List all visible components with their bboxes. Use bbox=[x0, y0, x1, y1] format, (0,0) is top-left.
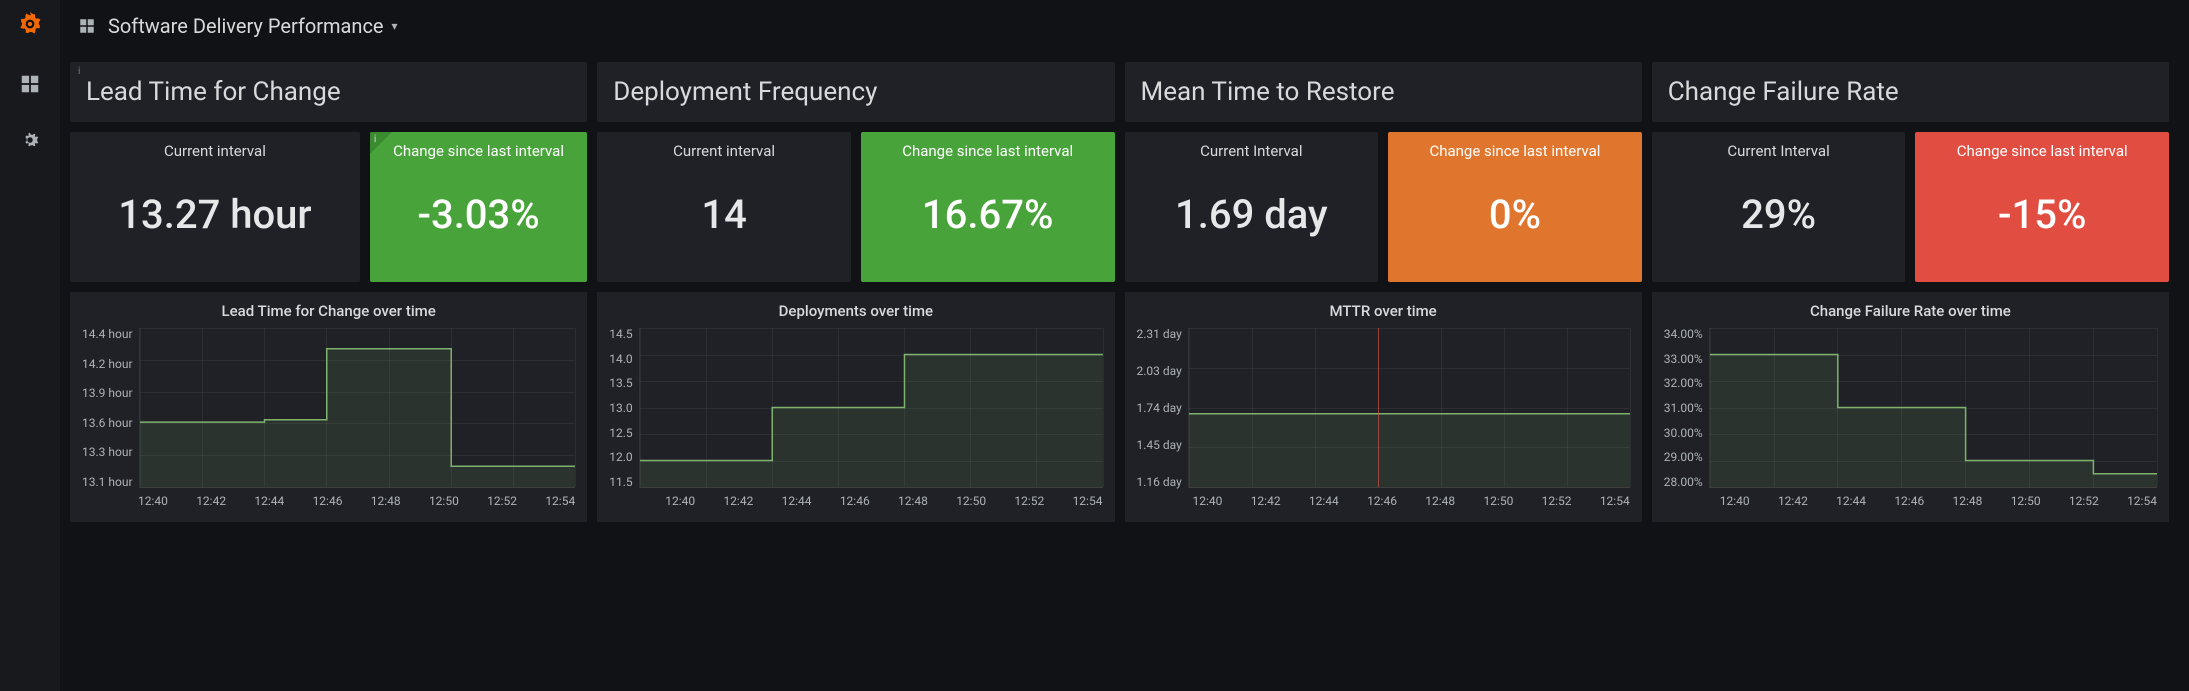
stat-value: -3.03% bbox=[417, 191, 539, 238]
stat-label: Change since last interval bbox=[1915, 142, 2169, 160]
stat-current-deploy-freq[interactable]: Current interval 14 bbox=[597, 132, 851, 282]
x-axis: 12:4012:4212:4412:4612:4812:5012:5212:54 bbox=[1664, 494, 2157, 508]
stat-pair-fail-rate: Current Interval 29% Change since last i… bbox=[1652, 132, 2169, 282]
stat-change-fail-rate[interactable]: Change since last interval -15% bbox=[1915, 132, 2169, 282]
stat-label: Current interval bbox=[70, 142, 360, 160]
chart-lead-time[interactable]: Lead Time for Change over time 14.4 hour… bbox=[70, 292, 587, 522]
dashboard-title: Software Delivery Performance bbox=[108, 14, 384, 38]
stat-value: 16.67% bbox=[922, 191, 1054, 238]
topbar: Software Delivery Performance ▾ bbox=[60, 0, 2189, 52]
stat-value: 1.69 day bbox=[1175, 191, 1328, 238]
section-title: Change Failure Rate bbox=[1668, 77, 1899, 107]
chart-mttr[interactable]: MTTR over time 2.31 day2.03 day1.74 day1… bbox=[1125, 292, 1642, 522]
section-title: Mean Time to Restore bbox=[1141, 77, 1395, 107]
stat-current-fail-rate[interactable]: Current Interval 29% bbox=[1652, 132, 1906, 282]
chart-fail-rate[interactable]: Change Failure Rate over time 34.00%33.0… bbox=[1652, 292, 2169, 522]
stat-value: 0% bbox=[1489, 191, 1541, 238]
y-axis: 2.31 day2.03 day1.74 day1.45 day1.16 day bbox=[1137, 328, 1188, 488]
stat-current-mttr[interactable]: Current Interval 1.69 day bbox=[1125, 132, 1379, 282]
stat-change-lead-time[interactable]: Change since last interval -3.03% bbox=[370, 132, 587, 282]
chart-deploy-freq[interactable]: Deployments over time 14.514.013.513.012… bbox=[597, 292, 1114, 522]
x-axis: 12:4012:4212:4412:4612:4812:5012:5212:54 bbox=[82, 494, 575, 508]
section-title: Deployment Frequency bbox=[613, 77, 877, 107]
dashboard-grid: i Lead Time for Change Deployment Freque… bbox=[60, 52, 2189, 691]
y-axis: 14.4 hour14.2 hour13.9 hour13.6 hour13.3… bbox=[82, 328, 139, 488]
stat-label: Change since last interval bbox=[1388, 142, 1642, 160]
stat-value: 13.27 hour bbox=[118, 191, 311, 238]
section-header-fail-rate[interactable]: Change Failure Rate bbox=[1652, 62, 2169, 122]
y-axis: 14.514.013.513.012.512.011.5 bbox=[609, 328, 638, 488]
x-axis: 12:4012:4212:4412:4612:4812:5012:5212:54 bbox=[1137, 494, 1630, 508]
stat-pair-mttr: Current Interval 1.69 day Change since l… bbox=[1125, 132, 1642, 282]
panel-grid-icon bbox=[78, 17, 96, 35]
section-header-deploy-freq[interactable]: Deployment Frequency bbox=[597, 62, 1114, 122]
chart-title: MTTR over time bbox=[1137, 302, 1630, 320]
settings-gear-icon[interactable] bbox=[16, 126, 44, 154]
stat-label: Current Interval bbox=[1652, 142, 1906, 160]
section-header-mttr[interactable]: Mean Time to Restore bbox=[1125, 62, 1642, 122]
stat-label: Change since last interval bbox=[370, 142, 587, 160]
stat-value: 29% bbox=[1741, 191, 1816, 238]
chart-title: Lead Time for Change over time bbox=[82, 302, 575, 320]
plot-area bbox=[1188, 328, 1630, 488]
section-title: Lead Time for Change bbox=[86, 77, 341, 107]
caret-down-icon: ▾ bbox=[392, 19, 398, 33]
stat-change-deploy-freq[interactable]: Change since last interval 16.67% bbox=[861, 132, 1115, 282]
plot-area bbox=[639, 328, 1103, 488]
chart-title: Deployments over time bbox=[609, 302, 1102, 320]
y-axis: 34.00%33.00%32.00%31.00%30.00%29.00%28.0… bbox=[1664, 328, 1709, 488]
stat-value: 14 bbox=[701, 191, 746, 238]
plot-area bbox=[139, 328, 576, 488]
plot-area bbox=[1709, 328, 2157, 488]
stat-pair-deploy-freq: Current interval 14 Change since last in… bbox=[597, 132, 1114, 282]
stat-current-lead-time[interactable]: Current interval 13.27 hour bbox=[70, 132, 360, 282]
stat-label: Current Interval bbox=[1125, 142, 1379, 160]
info-icon: i bbox=[78, 66, 80, 77]
stat-change-mttr[interactable]: Change since last interval 0% bbox=[1388, 132, 1642, 282]
stat-label: Change since last interval bbox=[861, 142, 1115, 160]
x-axis: 12:4012:4212:4412:4612:4812:5012:5212:54 bbox=[609, 494, 1102, 508]
sidebar bbox=[0, 0, 60, 691]
dashboard-title-dropdown[interactable]: Software Delivery Performance ▾ bbox=[108, 14, 398, 38]
stat-pair-lead-time: Current interval 13.27 hour Change since… bbox=[70, 132, 587, 282]
dashboards-icon[interactable] bbox=[16, 70, 44, 98]
grafana-logo-icon[interactable] bbox=[16, 10, 44, 42]
stat-label: Current interval bbox=[597, 142, 851, 160]
section-header-lead-time[interactable]: i Lead Time for Change bbox=[70, 62, 587, 122]
chart-title: Change Failure Rate over time bbox=[1664, 302, 2157, 320]
stat-value: -15% bbox=[1998, 191, 2087, 238]
